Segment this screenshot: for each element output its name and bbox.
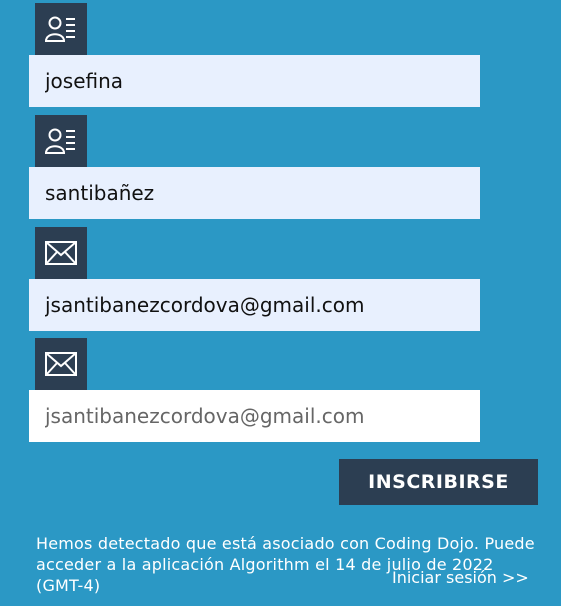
email-confirm-input[interactable] xyxy=(29,390,480,442)
contact-card-icon xyxy=(35,3,87,55)
envelope-icon xyxy=(35,338,87,390)
signup-button[interactable]: INSCRIBIRSE xyxy=(339,459,538,505)
signup-page: INSCRIBIRSE Hemos detectado que está aso… xyxy=(0,0,561,606)
envelope-icon xyxy=(35,227,87,279)
email-input[interactable] xyxy=(29,279,480,331)
first-name-input[interactable] xyxy=(29,55,480,107)
last-name-input[interactable] xyxy=(29,167,480,219)
contact-card-icon xyxy=(35,115,87,167)
login-link[interactable]: Iniciar sesión >> xyxy=(392,568,529,587)
